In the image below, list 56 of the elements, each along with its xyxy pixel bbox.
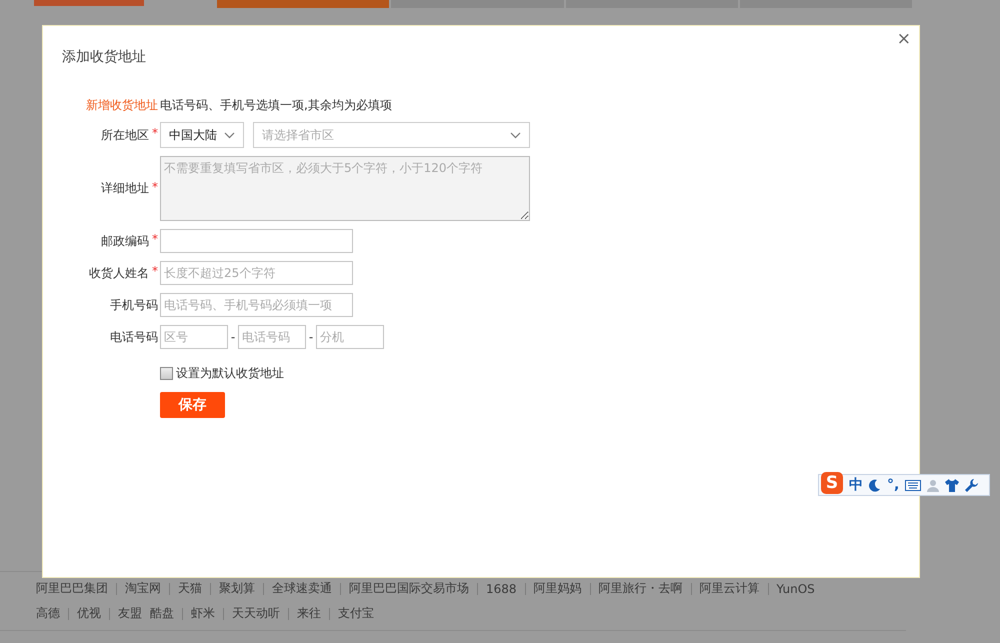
dialog-title: 添加收货地址 [62,48,146,66]
keyboard-icon[interactable] [905,480,922,490]
caret-icon [224,132,235,138]
footer-link[interactable]: 阿里巴巴集团 [36,580,108,597]
required-mark: * [152,264,158,278]
footer-link[interactable]: 全球速卖通 [272,580,332,597]
checkbox-label: 设置为默认收货地址 [176,365,284,382]
caret-icon [510,132,521,138]
footer-link[interactable]: 淘宝网 [125,580,161,597]
field-label: 电话号码 [110,328,158,346]
section-label: 新增收货地址 [86,97,158,114]
required-mark: * [152,232,158,246]
footer-link[interactable]: 来往 [297,605,321,622]
footer-link[interactable]: 阿里旅行・去啊 [598,580,683,597]
footer-link[interactable]: 高德 [36,605,60,622]
footer-link[interactable]: 阿里巴巴国际交易市场 [349,580,469,597]
country-select[interactable]: 中国大陆 [160,122,244,148]
footer-link[interactable]: 优视 [77,605,101,622]
footer-link[interactable]: YunOS [776,582,815,596]
close-button[interactable]: × [894,29,913,49]
ime-logo[interactable]: S [821,472,843,494]
punctuation-button[interactable]: °, [887,477,900,493]
field-label: 邮政编码 [101,232,149,250]
checkbox[interactable] [160,367,173,380]
input-field[interactable] [160,229,353,253]
save-button[interactable]: 保存 [160,392,225,418]
field-label: 所在地区 [101,126,149,144]
footer-link[interactable]: 阿里云计算 [700,580,760,597]
footer-link[interactable]: 1688 [486,582,517,596]
input-field[interactable]: 电话号码、手机号码必须填一项 [160,293,353,317]
moon-icon[interactable] [869,478,881,492]
ime-mode-button[interactable]: 中 [849,476,863,494]
required-mark: * [152,180,158,194]
footer-link[interactable]: 阿里妈妈 [534,580,582,597]
required-mark: * [152,126,158,140]
shirt-icon[interactable] [945,478,960,492]
field-label: 收货人姓名 [89,264,149,282]
footer-link[interactable]: 支付宝 [338,605,374,622]
field-label: 详细地址 [101,180,149,197]
input-field[interactable]: 电话号码 [238,325,306,349]
input-field[interactable]: 长度不超过25个字符 [160,261,353,285]
input-field[interactable]: 分机 [316,325,384,349]
separator: - [308,330,314,344]
input-field[interactable]: 区号 [160,325,228,349]
region-select[interactable]: 请选择省市区 [253,122,530,148]
footer-link[interactable]: 酷盘 [150,605,174,622]
field-label: 手机号码 [110,296,158,314]
address-field[interactable]: 不需要重复填写省市区，必须大于5个字符，小于120个字符 [160,156,530,221]
separator: - [230,330,236,344]
footer-link[interactable]: 虾米 [191,605,215,622]
footer-link[interactable]: 友盟 [118,605,142,622]
footer-link[interactable]: 聚划算 [219,580,255,597]
note-text: 电话号码、手机号选填一项,其余均为必填项 [160,98,392,112]
wrench-icon[interactable] [965,478,978,492]
footer-link[interactable]: 天天动听 [232,605,280,622]
footer-link[interactable]: 天猫 [178,580,202,597]
